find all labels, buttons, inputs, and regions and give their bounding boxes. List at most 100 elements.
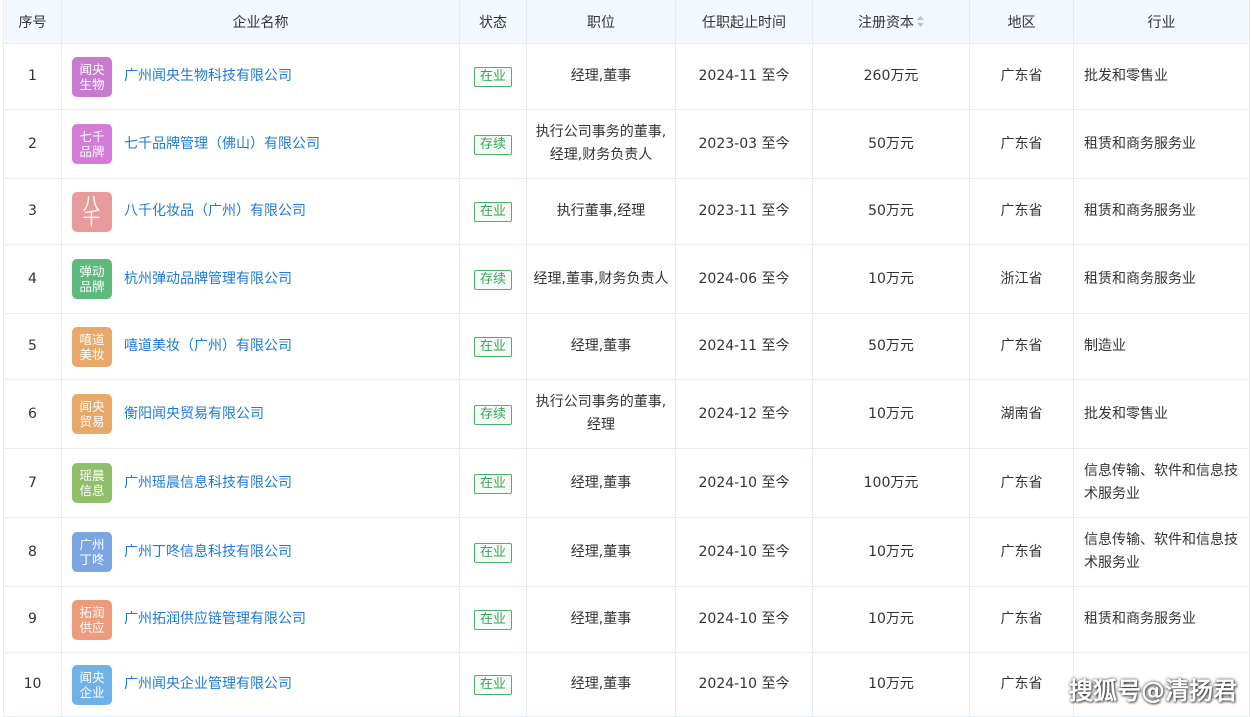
table-row: 10 闻央企业 广州闻央企业管理有限公司 在业 经理,董事 2024-10 至今 10万元广… [3,652,1250,717]
term-cell: 2024-11 至今 [675,43,813,110]
status-cell: 存续 [459,109,527,179]
company-name-link[interactable]: 衡阳闻央贸易有限公司 [124,403,264,426]
company-cell: 拓润供应 广州拓润供应链管理有限公司 [61,586,460,653]
region-cell: 广东省 [969,448,1074,518]
industry-cell: 信息传输、软件和信息技术服务业 [1073,448,1250,518]
company-logo: 闻央生物 [72,56,112,97]
company-logo-text: 拓润供应 [79,604,105,635]
company-cell: 闻央企业 广州闻央企业管理有限公司 [61,652,460,717]
company-name-link[interactable]: 广州瑶晨信息科技有限公司 [124,472,292,495]
header-position: 职位 [526,0,676,44]
company-logo-text: 瑶晨信息 [79,468,105,498]
company-name-link[interactable]: 杭州弹动品牌管理有限公司 [124,268,292,291]
row-index: 8 [3,517,62,587]
position-cell: 经理,董事 [526,586,676,653]
position-cell: 执行公司事务的董事,经理 [526,379,676,449]
industry-cell: 信息传输、软件和信息技术服务业 [1073,517,1250,587]
header-industry: 行业 [1073,0,1250,44]
company-name-link[interactable]: 八千化妆品（广州）有限公司 [124,200,306,223]
company-logo: 闻央贸易 [72,394,112,434]
row-index: 2 [3,109,62,179]
row-index: 9 [3,586,62,653]
company-logo: 八千 [72,191,112,232]
header-region: 地区 [969,0,1074,44]
company-logo-text: 闻央贸易 [79,399,105,429]
table-row: 6 闻央贸易 衡阳闻央贸易有限公司 存续 执行公司事务的董事,经理 2024-12 至今 1… [3,379,1250,449]
region-cell: 广东省 [969,586,1074,653]
industry-cell: 租赁和商务服务业 [1073,244,1250,314]
company-name-link[interactable]: 广州闻央企业管理有限公司 [124,673,292,696]
table-row: 2 七千品牌 七千品牌管理（佛山）有限公司 存续 执行公司事务的董事,经理,财务负责人 2… [3,109,1250,179]
capital-cell: 100万元 [812,448,970,518]
company-table: 序号 企业名称 状态 职位 任职起止时间 注册资本 地区 行业 1 闻央生物 广州闻… [3,0,1250,717]
capital-cell: 260万元 [812,43,970,110]
table-row: 7 瑶晨信息 广州瑶晨信息科技有限公司 在业 经理,董事 2024-10 至今 100万元广… [3,448,1250,518]
company-name-link[interactable]: 广州闻央生物科技有限公司 [124,65,292,88]
status-cell: 存续 [459,244,527,314]
region-cell: 广东省 [969,652,1074,717]
watermark: 搜狐号@清扬君 [1069,677,1237,705]
company-logo-text: 嘻道美妆 [79,331,105,362]
region-cell: 浙江省 [969,244,1074,314]
company-cell: 八千 八千化妆品（广州）有限公司 [61,178,460,245]
term-cell: 2024-10 至今 [675,448,813,518]
row-index: 1 [3,43,62,110]
position-cell: 执行董事,经理 [526,178,676,245]
company-logo-text: 闻央企业 [79,669,105,700]
status-badge: 在业 [473,202,512,222]
company-cell: 广州丁咚 广州丁咚信息科技有限公司 [61,517,460,587]
status-cell: 在业 [459,43,527,110]
table-header-row: 序号 企业名称 状态 职位 任职起止时间 注册资本 地区 行业 [3,0,1250,44]
status-cell: 在业 [459,586,527,653]
company-cell: 瑶晨信息 广州瑶晨信息科技有限公司 [61,448,460,518]
header-status: 状态 [459,0,527,44]
status-badge: 在业 [473,67,512,87]
status-cell: 在业 [459,517,527,587]
region-cell: 广东省 [969,109,1074,179]
term-cell: 2024-12 至今 [675,379,813,449]
industry-cell: 批发和零售业 [1073,43,1250,110]
term-cell: 2024-10 至今 [675,586,813,653]
table-row: 4 弹动品牌 杭州弹动品牌管理有限公司 存续 经理,董事,财务负责人 2024-06 至今… [3,244,1250,314]
row-index: 5 [3,313,62,380]
capital-cell: 50万元 [812,109,970,179]
company-logo: 嘻道美妆 [72,326,112,367]
header-name: 企业名称 [61,0,460,44]
table-row: 9 拓润供应 广州拓润供应链管理有限公司 在业 经理,董事 2024-10 至今 10万元广… [3,586,1250,653]
company-name-link[interactable]: 广州丁咚信息科技有限公司 [124,541,292,564]
region-cell: 广东省 [969,178,1074,245]
status-cell: 在业 [459,652,527,717]
region-cell: 广东省 [969,43,1074,110]
position-cell: 执行公司事务的董事,经理,财务负责人 [526,109,676,179]
header-index: 序号 [3,0,62,44]
status-cell: 在业 [459,448,527,518]
status-cell: 在业 [459,178,527,245]
industry-cell: 租赁和商务服务业 [1073,586,1250,653]
position-cell: 经理,董事 [526,652,676,717]
table-row: 3 八千 八千化妆品（广州）有限公司 在业 执行董事,经理 2023-11 至今 50万元广… [3,178,1250,245]
row-index: 4 [3,244,62,314]
company-name-link[interactable]: 七千品牌管理（佛山）有限公司 [124,133,320,156]
sort-icon[interactable] [917,15,924,31]
row-index: 7 [3,448,62,518]
position-cell: 经理,董事 [526,313,676,380]
company-name-link[interactable]: 广州拓润供应链管理有限公司 [124,608,306,631]
status-badge: 在业 [473,473,512,494]
position-cell: 经理,董事 [526,43,676,110]
row-index: 3 [3,178,62,245]
company-logo-text: 八千 [82,193,102,230]
company-cell: 闻央生物 广州闻央生物科技有限公司 [61,43,460,110]
company-logo: 闻央企业 [72,664,112,705]
capital-cell: 10万元 [812,244,970,314]
company-logo: 拓润供应 [72,599,112,640]
company-name-link[interactable]: 嘻道美妆（广州）有限公司 [124,335,292,358]
company-logo: 弹动品牌 [72,259,112,299]
company-logo: 七千品牌 [72,124,112,164]
position-cell: 经理,董事 [526,448,676,518]
header-capital[interactable]: 注册资本 [812,0,970,44]
term-cell: 2024-10 至今 [675,652,813,717]
company-logo: 广州丁咚 [72,532,112,572]
company-cell: 七千品牌 七千品牌管理（佛山）有限公司 [61,109,460,179]
region-cell: 广东省 [969,517,1074,587]
table-row: 8 广州丁咚 广州丁咚信息科技有限公司 在业 经理,董事 2024-10 至今 10万元 广东… [3,517,1250,587]
